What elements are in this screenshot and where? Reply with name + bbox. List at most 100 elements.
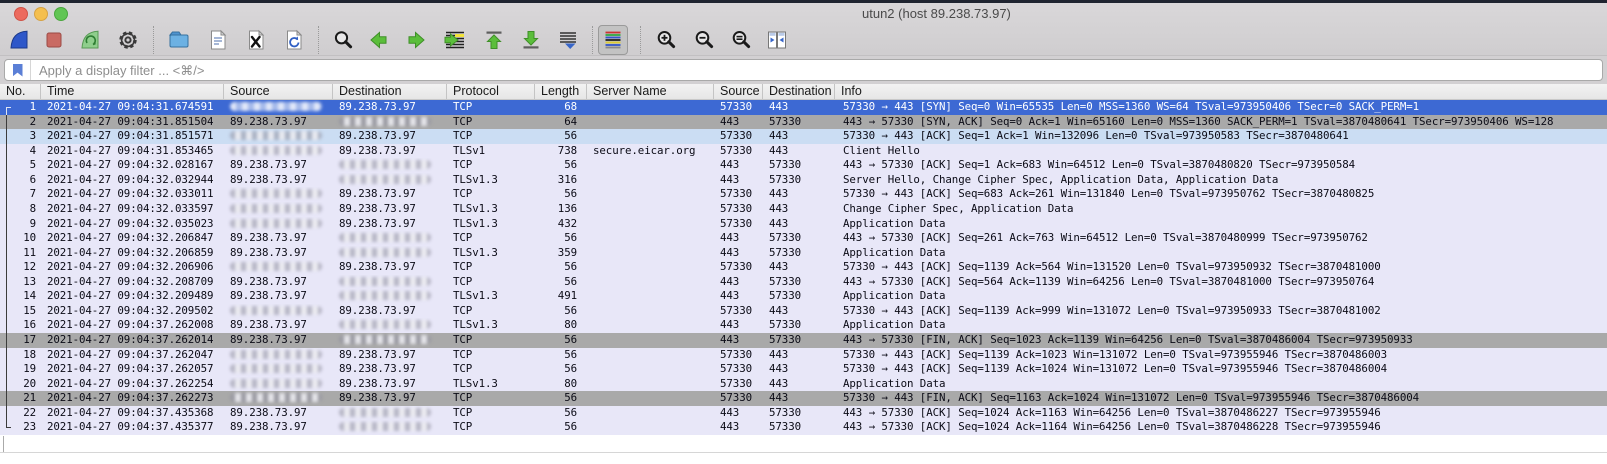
packet-row[interactable]: 152021-04-27 09:04:32.20950289.238.73.97…	[0, 304, 1607, 319]
redacted-address	[230, 189, 322, 198]
cell-no: 9	[0, 217, 41, 232]
cell-no: 19	[0, 362, 41, 377]
cell-time: 2021-04-27 09:04:32.033011	[41, 187, 224, 202]
previous-packet-icon	[366, 28, 390, 52]
cell-destination: 89.238.73.97	[333, 144, 447, 159]
column-header-protocol[interactable]: Protocol	[447, 84, 535, 99]
column-header-src_port[interactable]: Source	[714, 84, 763, 99]
cell-time: 2021-04-27 09:04:32.032944	[41, 173, 224, 188]
column-header-server_name[interactable]: Server Name	[587, 84, 714, 99]
packet-row[interactable]: 42021-04-27 09:04:31.85346589.238.73.97T…	[0, 144, 1607, 159]
cell-dst_port: 443	[763, 260, 835, 275]
packet-row[interactable]: 162021-04-27 09:04:37.26200889.238.73.97…	[0, 318, 1607, 333]
zoom-out-button[interactable]	[689, 25, 719, 55]
cell-dst_port: 443	[763, 187, 835, 202]
cell-time: 2021-04-27 09:04:37.262014	[41, 333, 224, 348]
column-header-time[interactable]: Time	[41, 84, 224, 99]
save-file-button[interactable]	[203, 25, 233, 55]
cell-destination: 89.238.73.97	[333, 391, 447, 406]
first-packet-button[interactable]	[479, 25, 509, 55]
conversation-bracket	[6, 115, 11, 130]
next-packet-button[interactable]	[402, 25, 432, 55]
last-packet-button[interactable]	[516, 25, 546, 55]
stop-capture-button[interactable]	[39, 25, 69, 55]
minimize-window-button[interactable]	[34, 7, 48, 21]
cell-source	[224, 391, 333, 406]
cell-dst_port: 57330	[763, 406, 835, 421]
column-header-source[interactable]: Source	[224, 84, 333, 99]
packet-row[interactable]: 192021-04-27 09:04:37.26205789.238.73.97…	[0, 362, 1607, 377]
cell-time: 2021-04-27 09:04:32.206906	[41, 260, 224, 275]
packet-row[interactable]: 212021-04-27 09:04:37.26227389.238.73.97…	[0, 391, 1607, 406]
filter-bookmark-button[interactable]	[5, 60, 31, 80]
redacted-address	[339, 291, 431, 300]
packet-row[interactable]: 222021-04-27 09:04:37.43536889.238.73.97…	[0, 406, 1607, 421]
column-header-destination[interactable]: Destination	[333, 84, 447, 99]
packet-row[interactable]: 52021-04-27 09:04:32.02816789.238.73.97T…	[0, 158, 1607, 173]
column-header-info[interactable]: Info	[835, 84, 1607, 99]
auto-scroll-button[interactable]	[553, 25, 583, 55]
open-file-button[interactable]	[164, 25, 194, 55]
close-file-button[interactable]	[241, 25, 271, 55]
packet-list-body: 12021-04-27 09:04:31.67459189.238.73.97T…	[0, 100, 1607, 435]
packet-row[interactable]: 172021-04-27 09:04:37.26201489.238.73.97…	[0, 333, 1607, 348]
column-header-no[interactable]: No.	[0, 84, 41, 99]
packet-row[interactable]: 122021-04-27 09:04:32.20690689.238.73.97…	[0, 260, 1607, 275]
cell-time: 2021-04-27 09:04:32.208709	[41, 275, 224, 290]
packet-row[interactable]: 232021-04-27 09:04:37.43537789.238.73.97…	[0, 420, 1607, 435]
zoom-original-icon	[729, 28, 753, 52]
zoom-in-button[interactable]	[651, 25, 681, 55]
cell-server_name	[587, 289, 714, 304]
cell-protocol: TCP	[447, 362, 535, 377]
colorize-packets-button[interactable]	[598, 25, 628, 55]
packet-row[interactable]: 132021-04-27 09:04:32.20870989.238.73.97…	[0, 275, 1607, 290]
cell-info: 57330 → 443 [FIN, ACK] Seq=1163 Ack=1024…	[835, 391, 1607, 406]
cell-length: 56	[535, 333, 587, 348]
capture-options-button[interactable]	[113, 25, 143, 55]
packet-row[interactable]: 62021-04-27 09:04:32.03294489.238.73.97T…	[0, 173, 1607, 188]
packet-row[interactable]: 32021-04-27 09:04:31.85157189.238.73.97T…	[0, 129, 1607, 144]
cell-destination	[333, 158, 447, 173]
cell-no: 3	[0, 129, 41, 144]
find-packet-button[interactable]	[328, 25, 358, 55]
packet-row[interactable]: 142021-04-27 09:04:32.20948989.238.73.97…	[0, 289, 1607, 304]
close-window-button[interactable]	[14, 7, 28, 21]
packet-row[interactable]: 112021-04-27 09:04:32.20685989.238.73.97…	[0, 246, 1607, 261]
packet-row[interactable]: 202021-04-27 09:04:37.26225489.238.73.97…	[0, 377, 1607, 392]
cell-server_name	[587, 304, 714, 319]
zoom-window-button[interactable]	[54, 7, 68, 21]
cell-server_name	[587, 202, 714, 217]
previous-packet-button[interactable]	[363, 25, 393, 55]
cell-info: 57330 → 443 [ACK] Seq=1139 Ack=564 Win=1…	[835, 260, 1607, 275]
restart-capture-button[interactable]	[75, 25, 105, 55]
restart-capture-icon	[78, 28, 102, 52]
reload-file-button[interactable]	[279, 25, 309, 55]
start-capture-button[interactable]	[4, 25, 34, 55]
go-to-packet-button[interactable]	[440, 25, 470, 55]
conversation-bracket	[6, 246, 11, 261]
column-header-length[interactable]: Length	[535, 84, 587, 99]
packet-row[interactable]: 82021-04-27 09:04:32.03359789.238.73.97T…	[0, 202, 1607, 217]
packet-row[interactable]: 12021-04-27 09:04:31.67459189.238.73.97T…	[0, 100, 1607, 115]
cell-server_name	[587, 275, 714, 290]
display-filter-input[interactable]	[31, 60, 1602, 80]
cell-server_name	[587, 377, 714, 392]
cell-source	[224, 348, 333, 363]
go-to-packet-icon	[443, 28, 467, 52]
resize-columns-button[interactable]	[762, 25, 792, 55]
cell-dst_port: 57330	[763, 231, 835, 246]
packet-row[interactable]: 72021-04-27 09:04:32.03301189.238.73.97T…	[0, 187, 1607, 202]
open-file-icon	[167, 28, 191, 52]
cell-server_name: secure.eicar.org	[587, 144, 714, 159]
packet-row[interactable]: 22021-04-27 09:04:31.85150489.238.73.97T…	[0, 115, 1607, 130]
packet-row[interactable]: 182021-04-27 09:04:37.26204789.238.73.97…	[0, 348, 1607, 363]
cell-length: 80	[535, 318, 587, 333]
packet-row[interactable]: 102021-04-27 09:04:32.20684789.238.73.97…	[0, 231, 1607, 246]
conversation-bracket	[6, 187, 11, 202]
cell-source	[224, 202, 333, 217]
cell-length: 56	[535, 231, 587, 246]
packet-row[interactable]: 92021-04-27 09:04:32.03502389.238.73.97T…	[0, 217, 1607, 232]
zoom-original-button[interactable]	[726, 25, 756, 55]
cell-info: Application Data	[835, 377, 1607, 392]
column-header-dst_port[interactable]: Destination	[763, 84, 835, 99]
